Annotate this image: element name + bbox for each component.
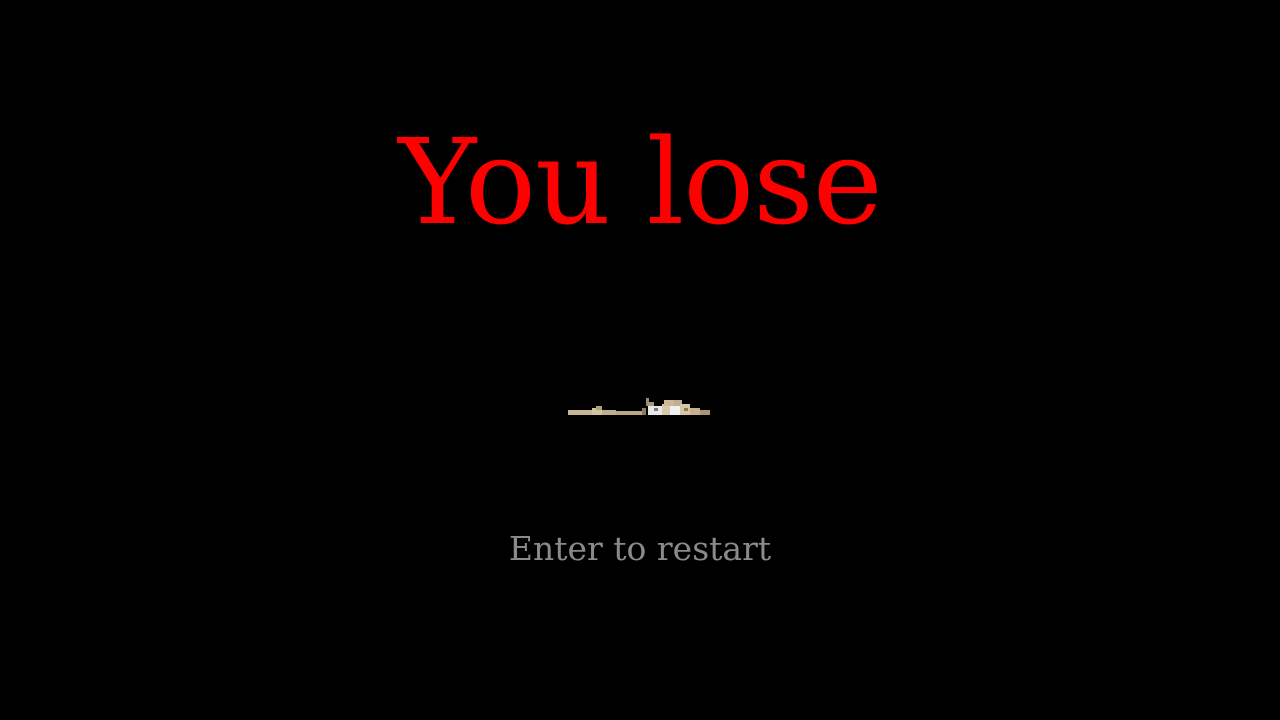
game-over-title: You lose <box>398 113 882 251</box>
restart-prompt: Enter to restart <box>508 529 772 568</box>
game-over-screen: You lose Enter to restart <box>0 0 1280 720</box>
fallen-player-sprite-icon <box>568 398 710 416</box>
